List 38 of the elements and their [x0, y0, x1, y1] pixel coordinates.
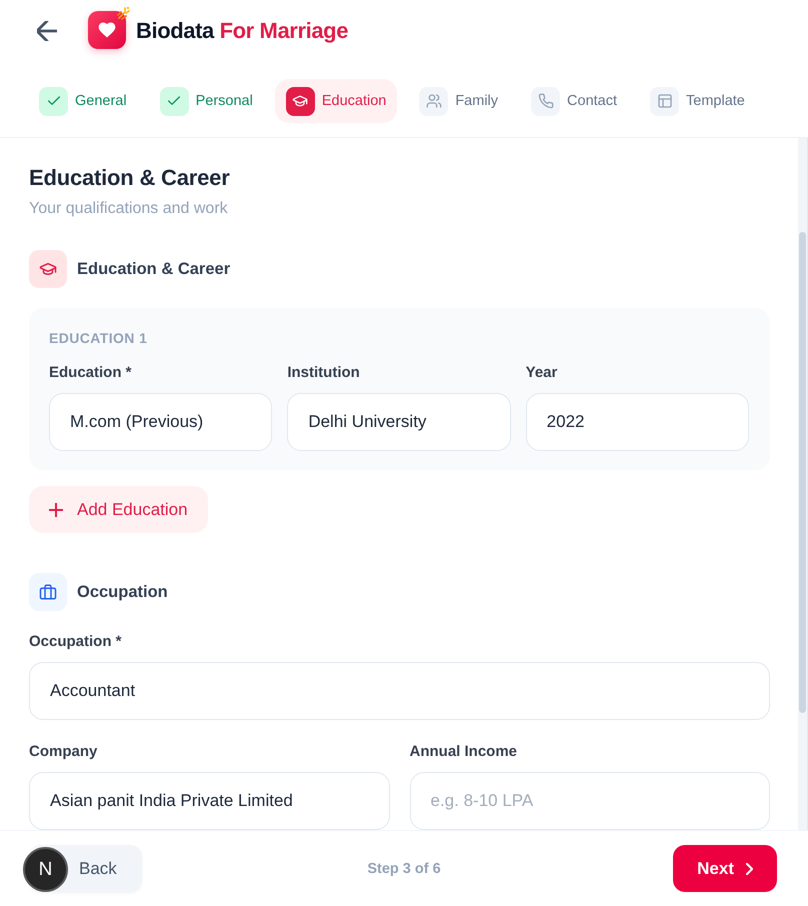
back-arrow-icon[interactable]	[37, 21, 57, 41]
heart-logo-icon	[88, 11, 126, 49]
field-label: Annual Income	[410, 742, 518, 762]
input-field[interactable]: e.g. 8-10 LPA	[410, 772, 770, 830]
input-field[interactable]: Asian panit India Private Limited	[29, 772, 390, 830]
step-tab[interactable]: Education	[274, 79, 398, 123]
sparkle-icon	[117, 6, 131, 20]
next-button[interactable]: Next	[673, 845, 777, 892]
entry-heading: EDUCATION 1	[49, 329, 148, 348]
field-label: Year	[526, 363, 558, 383]
section-title: Education & Career	[77, 260, 230, 278]
add-education-button[interactable]: Add Education	[29, 486, 208, 533]
plus-icon	[49, 502, 63, 516]
step-tab[interactable]: Family	[408, 79, 510, 123]
chevron-right-icon	[746, 862, 753, 874]
page-title: Education & Career	[29, 164, 231, 192]
step-tab[interactable]: Personal	[148, 79, 264, 123]
page-subtitle: Your qualifications and work	[29, 199, 229, 219]
step-tab[interactable]: General	[28, 79, 138, 123]
section-title: Occupation	[77, 582, 168, 602]
briefcase-icon	[29, 573, 67, 611]
input-field[interactable]: Delhi University	[287, 393, 511, 451]
field-label: Company	[29, 742, 98, 762]
field-label: Institution	[287, 363, 361, 383]
field-label: Occupation *	[29, 632, 123, 652]
step-tab[interactable]: Template	[639, 79, 756, 123]
dev-tools-badge[interactable]: N	[23, 847, 68, 892]
step-tab[interactable]: Contact	[520, 79, 628, 123]
graduation-cap-icon	[29, 250, 67, 288]
input-field[interactable]: 2022	[526, 393, 749, 451]
step-counter: Step 3 of 6	[367, 860, 441, 876]
app-title: Biodata	[136, 18, 214, 43]
scrollbar[interactable]	[798, 138, 808, 830]
scrollbar-thumb[interactable]	[799, 232, 806, 713]
input-field[interactable]: M.com (Previous)	[49, 393, 272, 451]
input-field[interactable]: Accountant	[29, 662, 770, 720]
app-title-accent: For Marriage	[220, 18, 348, 43]
field-label: Education *	[49, 363, 133, 383]
